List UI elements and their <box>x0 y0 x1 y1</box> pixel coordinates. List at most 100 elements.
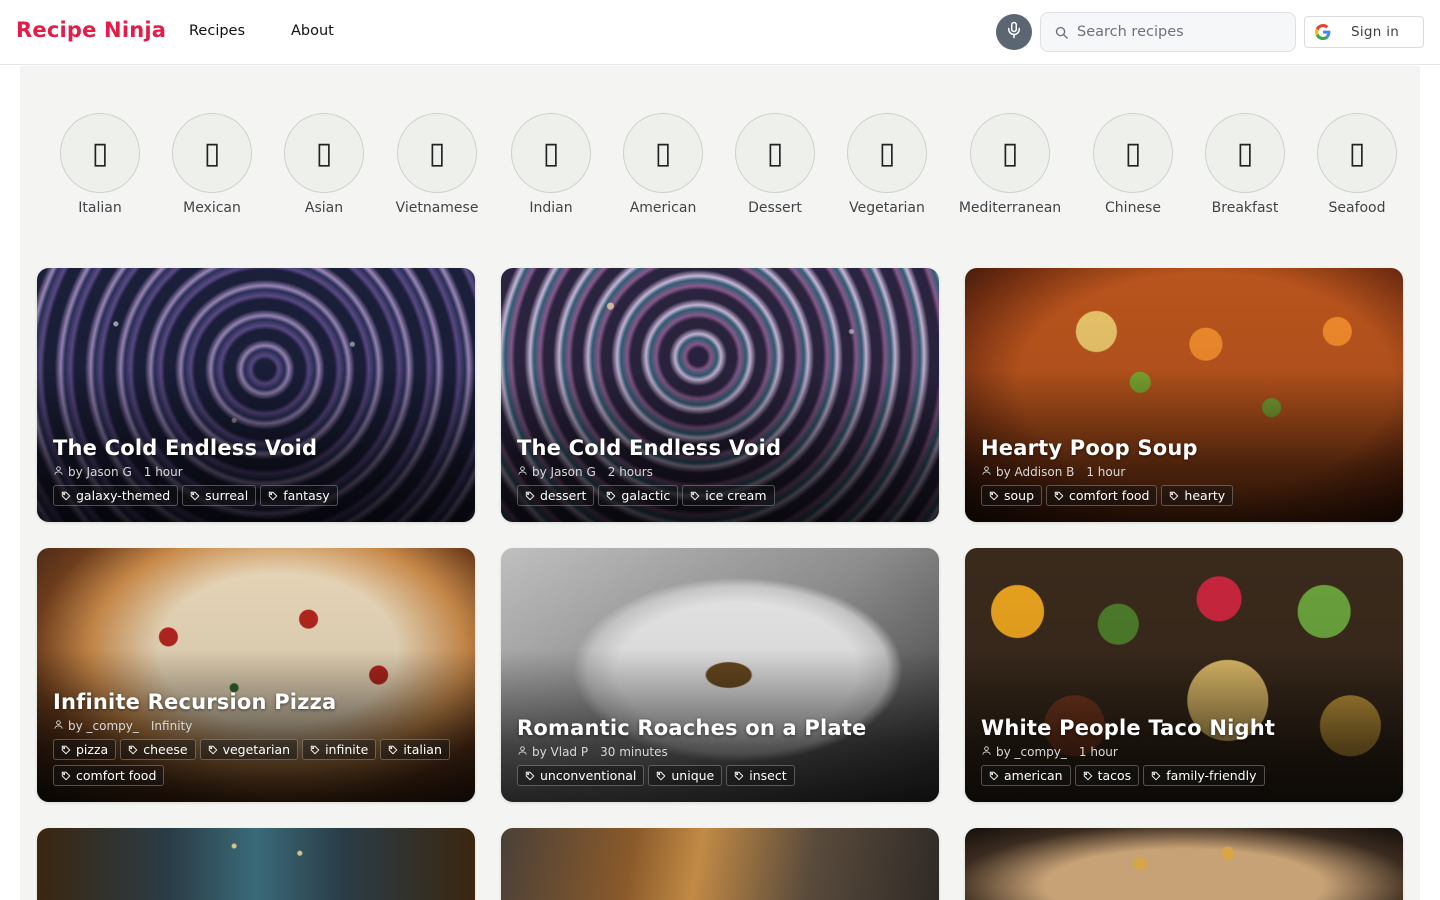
tag[interactable]: galactic <box>598 485 679 506</box>
recipe-meta: by _compy_ 1 hour <box>981 745 1387 759</box>
recipe-meta: by Addison B 1 hour <box>981 465 1387 479</box>
tag-icon <box>656 771 666 781</box>
tag-list: american tacos family-friendly <box>981 765 1387 786</box>
tag-icon <box>734 771 744 781</box>
recipe-card[interactable]: White People Taco Night by _compy_ 1 hou… <box>965 548 1403 802</box>
tag-label: dessert <box>540 488 587 503</box>
recipe-card[interactable] <box>501 828 939 900</box>
voice-search-button[interactable] <box>996 14 1032 50</box>
category-icon: ▯ <box>397 113 477 193</box>
tag[interactable]: fantasy <box>260 485 338 506</box>
tag-icon <box>1169 491 1179 501</box>
recipe-time: 2 hours <box>607 465 653 479</box>
recipe-card[interactable] <box>965 828 1403 900</box>
recipe-title: Romantic Roaches on a Plate <box>517 716 867 740</box>
tag[interactable]: tacos <box>1074 765 1140 786</box>
tag-icon <box>208 745 218 755</box>
tag-icon <box>268 491 278 501</box>
tag-list: soup comfort food hearty <box>981 485 1387 506</box>
recipe-author[interactable]: by Jason G <box>532 465 596 479</box>
tag[interactable]: american <box>981 765 1071 786</box>
category-icon: ▯ <box>1093 113 1173 193</box>
tag-label: fantasy <box>283 488 330 503</box>
category-vegetarian[interactable]: ▯ Vegetarian <box>817 113 957 216</box>
category-icon: ▯ <box>623 113 703 193</box>
tag-list: pizza cheese vegetarian infinite italian… <box>53 739 459 786</box>
tag-label: vegetarian <box>222 742 291 757</box>
category-icon: ▯ <box>172 113 252 193</box>
category-icon: ▯ <box>511 113 591 193</box>
tag[interactable]: pizza <box>53 739 117 760</box>
tag-label: italian <box>403 742 442 757</box>
search-input[interactable] <box>1077 24 1277 40</box>
recipe-card[interactable]: The Cold Endless Void by Jason G 1 hour … <box>37 268 475 522</box>
user-icon <box>53 465 64 479</box>
recipe-card[interactable]: The Cold Endless Void by Jason G 2 hours… <box>501 268 939 522</box>
recipe-time: 1 hour <box>1078 745 1118 759</box>
tag-label: surreal <box>205 488 249 503</box>
recipe-time: 1 hour <box>1086 465 1126 479</box>
category-icon: ▯ <box>284 113 364 193</box>
tag[interactable]: cheese <box>120 739 196 760</box>
recipe-time: 30 minutes <box>600 745 668 759</box>
recipe-author[interactable]: by _compy_ <box>996 745 1067 759</box>
tag-label: pizza <box>76 742 109 757</box>
category-seafood[interactable]: ▯ Seafood <box>1287 113 1427 216</box>
recipe-time: 1 hour <box>143 465 183 479</box>
tag-icon <box>388 745 398 755</box>
tag-label: unique <box>671 768 715 783</box>
recipe-title: Infinite Recursion Pizza <box>53 690 337 714</box>
recipe-meta: by Vlad P 30 minutes <box>517 745 923 759</box>
tag[interactable]: galaxy-themed <box>53 485 179 506</box>
tag[interactable]: infinite <box>302 739 377 760</box>
tag-icon <box>989 491 999 501</box>
recipe-card[interactable]: Romantic Roaches on a Plate by Vlad P 30… <box>501 548 939 802</box>
tag-label: cheese <box>143 742 188 757</box>
tag-icon <box>989 771 999 781</box>
recipe-author[interactable]: by Vlad P <box>532 745 588 759</box>
tag-icon <box>61 491 71 501</box>
category-mediterranean[interactable]: ▯ Mediterranean <box>940 113 1080 216</box>
tag-label: soup <box>1004 488 1035 503</box>
tag[interactable]: insect <box>726 765 795 786</box>
google-signin-button[interactable]: Sign in <box>1304 16 1424 48</box>
category-icon: ▯ <box>1205 113 1285 193</box>
tag[interactable]: unique <box>648 765 723 786</box>
tag-label: family-friendly <box>1166 768 1257 783</box>
card-info: White People Taco Night by _compy_ 1 hou… <box>981 716 1387 786</box>
tag[interactable]: ice cream <box>682 485 775 506</box>
recipe-card[interactable]: Infinite Recursion Pizza by _compy_ Infi… <box>37 548 475 802</box>
card-info: Romantic Roaches on a Plate by Vlad P 30… <box>517 716 923 786</box>
recipe-author[interactable]: by _compy_ <box>68 719 139 733</box>
nav-about[interactable]: About <box>291 23 334 39</box>
tag-icon <box>1054 491 1064 501</box>
tag[interactable]: family-friendly <box>1143 765 1265 786</box>
tag-list: galaxy-themed surreal fantasy <box>53 485 459 506</box>
nav-recipes[interactable]: Recipes <box>189 23 245 39</box>
tag[interactable]: hearty <box>1161 485 1234 506</box>
tag[interactable]: comfort food <box>53 765 165 786</box>
recipe-time: Infinity <box>150 719 193 733</box>
recipe-author[interactable]: by Addison B <box>996 465 1074 479</box>
recipe-card[interactable]: Hearty Poop Soup by Addison B 1 hour sou… <box>965 268 1403 522</box>
tag[interactable]: unconventional <box>517 765 645 786</box>
recipe-card[interactable] <box>37 828 475 900</box>
recipe-author[interactable]: by Jason G <box>68 465 132 479</box>
tag-label: comfort food <box>1069 488 1150 503</box>
tag[interactable]: soup <box>981 485 1043 506</box>
category-icon: ▯ <box>1317 113 1397 193</box>
tag[interactable]: vegetarian <box>199 739 299 760</box>
site-logo[interactable]: Recipe Ninja <box>16 18 166 42</box>
tag-label: insect <box>749 768 787 783</box>
user-icon <box>517 465 528 479</box>
tag-icon <box>606 491 616 501</box>
tag-label: galaxy-themed <box>76 488 171 503</box>
google-g-icon <box>1305 24 1341 40</box>
recipe-meta: by Jason G 1 hour <box>53 465 459 479</box>
tag[interactable]: surreal <box>182 485 257 506</box>
category-label: Vegetarian <box>849 200 925 216</box>
tag[interactable]: comfort food <box>1046 485 1158 506</box>
tag[interactable]: italian <box>380 739 450 760</box>
tag-icon <box>525 491 535 501</box>
tag[interactable]: dessert <box>517 485 595 506</box>
